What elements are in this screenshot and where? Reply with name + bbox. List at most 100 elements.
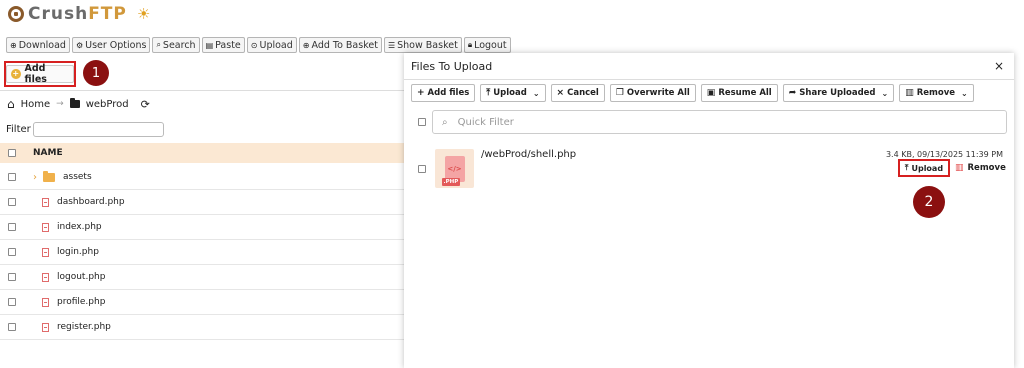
plus-circle-icon: ⊕ <box>302 40 310 50</box>
add-file-icon: + <box>11 69 21 79</box>
filter-label: Filter <box>6 124 31 135</box>
add-files-label: Add files <box>427 88 470 98</box>
user-options-button[interactable]: ⚙ User Options <box>71 37 151 53</box>
share-icon: ➦ <box>788 88 797 98</box>
item-name[interactable]: index.php <box>57 222 102 232</box>
row-checkbox[interactable] <box>8 273 16 281</box>
breadcrumb-home[interactable]: Home <box>21 99 51 110</box>
download-button[interactable]: ⊕ Download <box>6 37 70 53</box>
upload-icon: ⤒ <box>904 163 909 172</box>
breadcrumb: ⌂ Home → webProd ⟳ <box>7 97 150 111</box>
list-item[interactable]: dashboard.php <box>0 190 404 215</box>
upload-file-path: /webProd/shell.php <box>481 149 577 160</box>
brand-name-part1: Crush <box>28 4 89 24</box>
file-icon <box>42 297 49 307</box>
copy-icon: ❐ <box>615 88 624 98</box>
chevron-down-icon: ⌄ <box>881 88 889 98</box>
dialog-add-files-button[interactable]: + Add files <box>411 84 476 102</box>
item-name[interactable]: logout.php <box>57 272 105 282</box>
add-files-label: Add files <box>24 63 47 85</box>
list-item[interactable]: register.php <box>0 315 404 340</box>
row-checkbox[interactable] <box>8 248 16 256</box>
list-item[interactable]: profile.php <box>0 290 404 315</box>
lock-icon: 🔒︎ <box>467 40 473 49</box>
close-icon[interactable]: × <box>994 59 1004 73</box>
quick-filter-input[interactable]: ⌕ Quick Filter <box>432 110 1007 134</box>
upload-label: Upload <box>259 39 293 51</box>
row-checkbox[interactable] <box>8 298 16 306</box>
files-to-upload-dialog: Files To Upload × + Add files ⤒ Upload ⌄ × C… <box>404 53 1014 368</box>
row-checkbox[interactable] <box>8 323 16 331</box>
show-basket-label: Show Basket <box>397 39 458 51</box>
file-icon <box>42 272 49 282</box>
logout-button[interactable]: 🔒︎ Logout <box>463 37 511 53</box>
logout-label: Logout <box>474 39 507 51</box>
download-label: Download <box>18 39 66 51</box>
refresh-icon[interactable]: ⟳ <box>141 98 150 111</box>
breadcrumb-arrow-icon: → <box>56 99 64 109</box>
upload-icon: ⤒ <box>486 88 491 98</box>
close-icon: × <box>556 88 565 98</box>
dialog-upload-dropdown[interactable]: ⤒ Upload ⌄ <box>480 84 546 102</box>
quick-filter-placeholder: Quick Filter <box>457 116 514 128</box>
list-item[interactable]: login.php <box>0 240 404 265</box>
home-icon[interactable]: ⌂ <box>7 97 15 111</box>
crushftp-logo-icon <box>8 6 24 22</box>
folder-icon <box>69 98 80 108</box>
breadcrumb-folder[interactable]: webProd <box>86 99 129 110</box>
trash-icon: ▥ <box>955 163 964 173</box>
upload-toolbar-button[interactable]: ⊙ Upload <box>246 37 297 53</box>
show-basket-button[interactable]: ☰ Show Basket <box>383 37 462 53</box>
select-all-uploads-checkbox[interactable] <box>418 118 426 126</box>
remove-file-button[interactable]: ▥ Remove <box>955 163 1006 173</box>
upload-file-button[interactable]: ⤒ Upload <box>898 159 950 177</box>
item-name[interactable]: register.php <box>57 322 111 332</box>
select-all-checkbox[interactable] <box>8 149 16 157</box>
file-icon <box>42 197 49 207</box>
chevron-right-icon[interactable]: › <box>33 172 37 183</box>
list-item[interactable]: › assets <box>0 165 404 190</box>
chevron-down-icon: ⌄ <box>532 88 540 98</box>
remove-file-label: Remove <box>967 163 1006 173</box>
add-to-basket-label: Add To Basket <box>311 39 378 51</box>
list-item[interactable]: logout.php <box>0 265 404 290</box>
item-name[interactable]: dashboard.php <box>57 197 125 207</box>
resume-icon: ▣ <box>706 88 716 98</box>
item-name[interactable]: profile.php <box>57 297 105 307</box>
step-marker-2: 2 <box>913 186 945 218</box>
divider <box>0 90 404 91</box>
list-item[interactable]: index.php <box>0 215 404 240</box>
theme-sun-icon[interactable]: ☀ <box>137 5 150 23</box>
add-files-button[interactable]: + Add files <box>6 63 74 85</box>
php-badge: .PHP <box>441 177 461 186</box>
code-glyph: </> <box>447 164 462 173</box>
step-marker-1: 1 <box>83 60 109 86</box>
trash-icon: ▥ <box>905 88 914 98</box>
remove-dropdown[interactable]: ▥ Remove ⌄ <box>899 84 974 102</box>
paste-button[interactable]: ▤ Paste <box>201 37 245 53</box>
plus-circle-icon: ⊕ <box>10 40 17 50</box>
share-uploaded-dropdown[interactable]: ➦ Share Uploaded ⌄ <box>782 84 895 102</box>
resume-all-button[interactable]: ▣ Resume All <box>700 84 778 102</box>
search-button[interactable]: ⌕ Search <box>152 37 200 53</box>
brand-name-part2: FTP <box>88 4 127 24</box>
dialog-cancel-button[interactable]: × Cancel <box>550 84 605 102</box>
row-checkbox[interactable] <box>8 198 16 206</box>
overwrite-all-button[interactable]: ❐ Overwrite All <box>609 84 696 102</box>
row-checkbox[interactable] <box>8 173 16 181</box>
row-checkbox[interactable] <box>8 223 16 231</box>
upload-file-label: Upload <box>911 163 944 173</box>
name-column-header[interactable]: NAME <box>33 148 63 158</box>
plus-icon: + <box>417 88 425 98</box>
search-icon: ⌕ <box>442 116 448 128</box>
item-name[interactable]: login.php <box>57 247 99 257</box>
resume-all-label: Resume All <box>718 88 772 98</box>
upload-item-checkbox[interactable] <box>418 165 426 173</box>
paste-label: Paste <box>215 39 241 51</box>
upload-label: Upload <box>493 88 527 98</box>
add-to-basket-button[interactable]: ⊕ Add To Basket <box>298 37 382 53</box>
file-list-header: NAME <box>0 143 404 163</box>
filter-input[interactable] <box>33 122 164 137</box>
item-name[interactable]: assets <box>63 172 92 182</box>
upload-file-meta: 3.4 KB, 09/13/2025 11:39 PM <box>885 150 1003 159</box>
